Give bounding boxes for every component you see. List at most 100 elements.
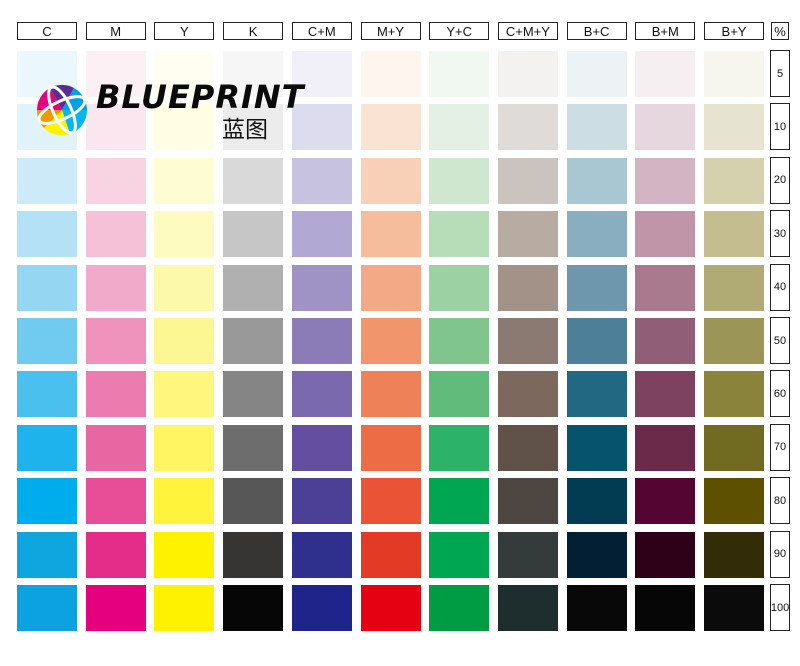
color-swatch bbox=[17, 318, 77, 364]
percent-label: 80 bbox=[770, 477, 790, 525]
color-swatch bbox=[566, 211, 627, 258]
color-swatch bbox=[360, 157, 421, 204]
color-swatch bbox=[429, 264, 490, 311]
color-swatch bbox=[704, 424, 764, 471]
color-swatch bbox=[17, 157, 77, 204]
color-swatch bbox=[17, 478, 77, 525]
color-swatch bbox=[360, 585, 421, 631]
color-swatch bbox=[360, 211, 421, 258]
color-swatch bbox=[497, 104, 558, 151]
color-swatch bbox=[704, 104, 764, 151]
column-header: Y bbox=[154, 22, 215, 40]
color-swatch bbox=[17, 264, 77, 311]
color-swatch bbox=[566, 424, 627, 471]
color-swatch bbox=[429, 478, 490, 525]
column-header: Y+C bbox=[429, 22, 490, 40]
color-swatch bbox=[85, 264, 146, 311]
color-swatch bbox=[429, 531, 490, 578]
color-swatch bbox=[154, 264, 215, 311]
color-swatch bbox=[704, 51, 764, 97]
color-swatch bbox=[429, 585, 490, 631]
column-header: B+Y bbox=[704, 22, 764, 40]
color-swatch bbox=[223, 585, 284, 631]
color-swatch bbox=[360, 104, 421, 151]
color-swatch bbox=[223, 371, 284, 418]
color-swatch bbox=[635, 51, 696, 97]
percent-label: 10 bbox=[770, 103, 790, 151]
color-swatch bbox=[635, 531, 696, 578]
color-swatch bbox=[704, 478, 764, 525]
percent-label: 70 bbox=[770, 423, 790, 471]
color-swatch bbox=[17, 371, 77, 418]
color-swatch bbox=[566, 371, 627, 418]
percent-header: % bbox=[771, 22, 789, 40]
color-swatch bbox=[566, 585, 627, 631]
color-swatch bbox=[635, 318, 696, 364]
color-swatch bbox=[704, 585, 764, 631]
percent-label: 30 bbox=[770, 210, 790, 258]
column-header: B+C bbox=[566, 22, 627, 40]
color-swatch bbox=[497, 318, 558, 364]
color-swatch bbox=[429, 157, 490, 204]
color-swatch bbox=[497, 51, 558, 97]
color-swatch bbox=[360, 371, 421, 418]
color-swatch bbox=[429, 104, 490, 151]
color-swatch bbox=[635, 211, 696, 258]
color-swatch bbox=[291, 531, 352, 578]
color-swatch bbox=[635, 424, 696, 471]
color-swatch bbox=[291, 264, 352, 311]
color-swatch bbox=[635, 585, 696, 631]
color-swatch bbox=[17, 424, 77, 471]
color-swatch bbox=[429, 211, 490, 258]
column-header: C+M bbox=[291, 22, 352, 40]
color-swatch bbox=[497, 264, 558, 311]
color-swatch bbox=[635, 371, 696, 418]
percent-label: 20 bbox=[770, 156, 790, 204]
color-swatch bbox=[154, 157, 215, 204]
color-swatch bbox=[85, 585, 146, 631]
color-swatch bbox=[360, 264, 421, 311]
column-header: C bbox=[17, 22, 77, 40]
color-swatch bbox=[85, 211, 146, 258]
color-swatch bbox=[429, 424, 490, 471]
column-header: M bbox=[85, 22, 146, 40]
color-swatch bbox=[360, 318, 421, 364]
color-swatch bbox=[566, 531, 627, 578]
color-swatch bbox=[360, 531, 421, 578]
color-swatch bbox=[154, 318, 215, 364]
color-swatch bbox=[497, 585, 558, 631]
color-swatch bbox=[85, 371, 146, 418]
color-swatch bbox=[360, 51, 421, 97]
color-swatch bbox=[704, 211, 764, 258]
color-swatch bbox=[291, 585, 352, 631]
color-swatch bbox=[566, 478, 627, 525]
color-swatch bbox=[635, 264, 696, 311]
color-swatch bbox=[17, 531, 77, 578]
color-swatch bbox=[635, 478, 696, 525]
color-swatch bbox=[85, 531, 146, 578]
color-swatch bbox=[85, 424, 146, 471]
color-swatch bbox=[223, 211, 284, 258]
column-header: K bbox=[223, 22, 284, 40]
color-swatch bbox=[223, 264, 284, 311]
color-swatch bbox=[566, 51, 627, 97]
column-header: M+Y bbox=[360, 22, 421, 40]
color-swatch bbox=[154, 424, 215, 471]
column-header: B+M bbox=[635, 22, 696, 40]
color-swatch bbox=[154, 211, 215, 258]
color-swatch bbox=[291, 424, 352, 471]
percent-label: 40 bbox=[770, 263, 790, 311]
color-swatch bbox=[223, 424, 284, 471]
color-swatch bbox=[223, 157, 284, 204]
color-swatch bbox=[704, 371, 764, 418]
color-swatch bbox=[223, 478, 284, 525]
color-swatch bbox=[497, 211, 558, 258]
color-swatch bbox=[291, 371, 352, 418]
color-swatch bbox=[85, 318, 146, 364]
color-swatch bbox=[291, 157, 352, 204]
color-swatch bbox=[635, 104, 696, 151]
logo-chinese-text: 蓝图 bbox=[222, 117, 268, 143]
color-swatch bbox=[17, 585, 77, 631]
color-swatch bbox=[566, 318, 627, 364]
color-swatch bbox=[497, 371, 558, 418]
